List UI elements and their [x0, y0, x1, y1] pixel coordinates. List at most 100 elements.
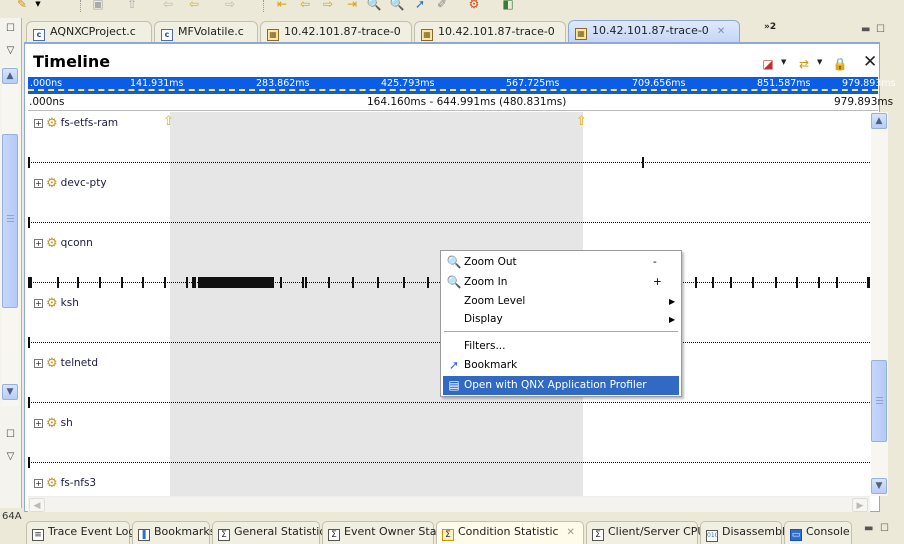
scroll-thumb[interactable] [871, 360, 887, 442]
zoom-out-icon[interactable]: 🔍 [389, 0, 405, 11]
export-icon[interactable]: ◧ [500, 0, 516, 11]
process-row-fs-etfs-ram[interactable]: + ⚙ fs-etfs-ram [34, 116, 118, 132]
expand-icon[interactable]: + [34, 239, 43, 248]
menu-item-filters[interactable]: Filters... [443, 337, 679, 356]
tab-event-owner-stat[interactable]: Σ Event Owner Stat [322, 521, 441, 544]
layout-icon[interactable]: ◪ [759, 56, 777, 72]
timeline-vertical-scrollbar[interactable]: ▲ ▼ [871, 112, 888, 496]
next-event-icon[interactable]: ⇨ [320, 0, 336, 11]
expand-icon[interactable]: + [34, 359, 43, 368]
tab-trace-event-log[interactable]: ≡ Trace Event Log [26, 521, 135, 544]
event-mark[interactable] [712, 277, 714, 288]
scroll-up-button[interactable]: ▲ [2, 68, 18, 84]
bookmark-icon[interactable]: ➚ [412, 0, 428, 11]
tab-aqnxcproject[interactable]: c AQNXCProject.c [26, 21, 152, 42]
process-row-telnetd[interactable]: + ⚙ telnetd [34, 356, 98, 372]
event-mark[interactable] [328, 277, 330, 288]
forward-back-icon[interactable]: ⇦ [186, 0, 202, 11]
pen-icon[interactable]: ✎ [14, 0, 30, 11]
view-menu-icon[interactable]: ▽ [3, 450, 18, 464]
process-row-qconn[interactable]: + ⚙ qconn [34, 236, 93, 252]
filter-icon[interactable]: ⚙ [466, 0, 482, 11]
zoom-in-icon[interactable]: 🔍 [366, 0, 382, 11]
tab-trace-2[interactable]: ▦ 10.42.101.87-trace-0 [414, 21, 566, 42]
scroll-thumb[interactable] [2, 134, 18, 308]
lock-icon[interactable]: 🔒 [831, 56, 849, 72]
event-mark[interactable] [775, 277, 777, 288]
dropdown-arrow-icon[interactable]: ▼ [30, 0, 46, 11]
event-mark[interactable] [198, 277, 274, 288]
close-tab-icon[interactable]: ✕ [567, 527, 575, 538]
up-icon[interactable]: ⇧ [124, 0, 140, 11]
event-mark[interactable] [30, 277, 32, 288]
event-mark[interactable] [142, 277, 144, 288]
event-mark[interactable] [642, 157, 644, 168]
event-mark[interactable] [730, 277, 732, 288]
event-mark[interactable] [695, 277, 697, 288]
edit-icon[interactable]: ✐ [434, 0, 450, 11]
tab-overflow-button[interactable]: »2 [764, 22, 776, 32]
tab-disassembly[interactable]: 010 Disassembly [700, 521, 792, 544]
menu-item-zoom-out[interactable]: 🔍 Zoom Out - [443, 253, 679, 272]
event-mark[interactable] [302, 277, 304, 288]
tab-bookmarks[interactable]: ❚ Bookmarks [132, 521, 215, 544]
selection-end-marker[interactable]: ⇧ [576, 114, 587, 129]
event-mark[interactable] [352, 277, 354, 288]
tab-client-server-cpu[interactable]: Σ Client/Server CPU [586, 521, 706, 544]
menu-item-display[interactable]: Display ▶ [443, 310, 679, 329]
event-mark[interactable] [403, 277, 405, 288]
menu-item-zoom-level[interactable]: Zoom Level ▶ [443, 292, 679, 311]
expand-icon[interactable]: + [34, 119, 43, 128]
process-row-sh[interactable]: + ⚙ sh [34, 416, 73, 432]
close-icon[interactable]: ✕ [863, 52, 877, 72]
event-mark[interactable] [752, 277, 754, 288]
prev-event-icon[interactable]: ⇦ [297, 0, 313, 11]
ruler-range-bar[interactable] [28, 89, 878, 92]
maximize-icon[interactable]: ☐ [3, 428, 18, 442]
sync-icon[interactable]: ⇄ [795, 56, 813, 72]
scroll-left-button[interactable]: ◀ [29, 498, 45, 512]
close-tab-icon[interactable]: ✕ [717, 26, 725, 37]
scroll-up-button[interactable]: ▲ [871, 113, 887, 129]
forward-icon[interactable]: ⇨ [222, 0, 238, 11]
event-mark[interactable] [57, 277, 59, 288]
event-mark[interactable] [818, 277, 820, 288]
last-event-icon[interactable]: ⇥ [344, 0, 360, 11]
process-row-ksh[interactable]: + ⚙ ksh [34, 296, 79, 312]
expand-icon[interactable]: + [34, 419, 43, 428]
event-mark[interactable] [867, 277, 870, 288]
tab-general-statistics[interactable]: Σ General Statistics [212, 521, 331, 544]
scroll-down-button[interactable]: ▼ [2, 384, 18, 400]
event-mark[interactable] [796, 277, 798, 288]
event-mark[interactable] [305, 277, 307, 288]
tab-trace-1[interactable]: ▦ 10.42.101.87-trace-0 [260, 21, 412, 42]
menu-item-bookmark[interactable]: ➚ Bookmark [443, 356, 679, 375]
maximize-icon[interactable]: ☐ [3, 22, 18, 36]
dropdown-arrow-icon[interactable]: ▼ [781, 58, 786, 66]
event-mark[interactable] [121, 277, 123, 288]
scroll-right-button[interactable]: ▶ [852, 498, 868, 512]
dropdown-arrow-icon[interactable]: ▼ [817, 58, 822, 66]
minimize-icon[interactable]: ▬ [864, 523, 873, 534]
first-event-icon[interactable]: ⇤ [274, 0, 290, 11]
back-icon[interactable]: ⇦ [160, 0, 176, 11]
tab-trace-active[interactable]: ▦ 10.42.101.87-trace-0 ✕ [568, 20, 740, 42]
time-ruler[interactable]: .000ns 141.931ms 283.862ms 425.793ms 567… [28, 77, 896, 94]
save-icon[interactable]: ▣ [90, 0, 106, 11]
menu-item-zoom-in[interactable]: 🔍 Zoom In + [443, 273, 679, 292]
event-mark[interactable] [836, 277, 838, 288]
scroll-down-button[interactable]: ▼ [871, 478, 887, 494]
maximize-icon[interactable]: ☐ [880, 523, 889, 534]
tab-mfvolatile[interactable]: c MFVolatile.c [154, 21, 258, 42]
timeline-horizontal-scrollbar[interactable]: ◀ ▶ [28, 496, 870, 512]
minimize-icon[interactable]: ▬ [861, 24, 870, 35]
maximize-icon[interactable]: ☐ [876, 24, 885, 35]
process-row-fs-nfs3[interactable]: + ⚙ fs-nfs3 [34, 476, 96, 492]
left-scrollbar[interactable]: ▲ ▼ [2, 66, 19, 406]
event-mark[interactable] [164, 277, 166, 288]
event-mark[interactable] [377, 277, 379, 288]
view-menu-icon[interactable]: ▽ [3, 44, 18, 58]
event-mark[interactable] [427, 277, 429, 288]
expand-icon[interactable]: + [34, 179, 43, 188]
process-row-devc-pty[interactable]: + ⚙ devc-pty [34, 176, 107, 192]
